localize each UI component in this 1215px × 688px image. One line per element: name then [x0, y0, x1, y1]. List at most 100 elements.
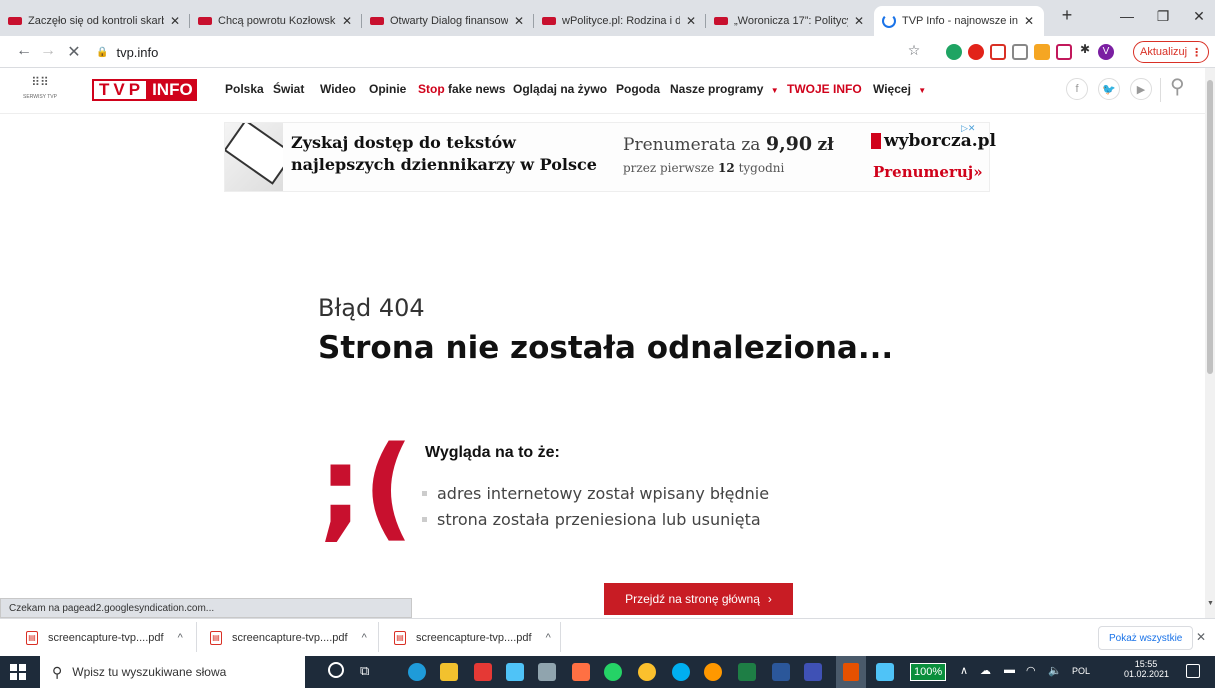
stop-loading-icon[interactable]: ✕	[64, 42, 84, 62]
download-item[interactable]: ▤ screencapture-tvp....pdf ^	[26, 622, 197, 652]
clock[interactable]: 15:55 01.02.2021	[1124, 659, 1170, 679]
nav-polska[interactable]: Polska	[225, 82, 264, 96]
browser-tab[interactable]: Zaczęło się od kontroli skarb ✕	[0, 6, 190, 36]
download-filename: screencapture-tvp....pdf	[48, 632, 164, 644]
extension-pocket-icon[interactable]	[990, 44, 1006, 60]
minimize-icon[interactable]: —	[1112, 8, 1142, 24]
cortana-icon[interactable]	[328, 662, 344, 678]
windows-start-icon[interactable]	[10, 664, 26, 680]
twitter-icon[interactable]: 🐦	[1098, 78, 1120, 100]
extension-camera-icon[interactable]	[1012, 44, 1028, 60]
download-item[interactable]: ▤ screencapture-tvp....pdf ^	[394, 622, 561, 652]
notification-center-icon[interactable]	[1186, 664, 1200, 678]
chevron-right-icon: ›	[767, 592, 772, 606]
close-tab-icon[interactable]: ✕	[684, 14, 698, 28]
nav-opinie[interactable]: Opinie	[369, 82, 406, 96]
download-filename: screencapture-tvp....pdf	[232, 632, 348, 644]
edge-icon[interactable]	[408, 663, 426, 681]
nav-twoje-info[interactable]: TWOJE INFO	[787, 82, 862, 96]
search-icon[interactable]: ⚲	[1170, 74, 1185, 99]
opera-icon[interactable]	[572, 663, 590, 681]
scroll-down-arrow-icon[interactable]: ▼	[1207, 600, 1214, 607]
file-explorer-icon[interactable]	[440, 663, 458, 681]
clock-date: 01.02.2021	[1124, 669, 1170, 679]
bullet-icon	[422, 490, 427, 496]
browser-tab[interactable]: wPolityce.pl: Rodzina i darczy ✕	[534, 6, 706, 36]
extension-video-icon[interactable]	[1056, 44, 1072, 60]
update-button[interactable]: Aktualizuj ⋮	[1133, 41, 1210, 63]
browser-tab[interactable]: Chcą powrotu Kozłowskiej d ✕	[190, 6, 362, 36]
chevron-up-icon[interactable]: ^	[362, 632, 367, 644]
browser-tab[interactable]: Otwarty Dialog finansowany ✕	[362, 6, 534, 36]
photos-icon[interactable]	[876, 663, 894, 681]
browser-tab-active[interactable]: TVP Info - najnowsze inform ✕	[874, 6, 1044, 36]
ad-banner[interactable]: Zyskaj dostęp do tekstów najlepszych dzi…	[224, 122, 996, 192]
address-bar[interactable]: 🔒 tvp.info	[96, 40, 916, 64]
excel-icon[interactable]	[738, 663, 756, 681]
battery-indicator[interactable]: 100%	[910, 663, 947, 681]
bookmark-star-icon[interactable]: ☆	[904, 42, 924, 59]
task-view-icon[interactable]: ⧉	[360, 663, 369, 679]
ad-period: przez pierwsze 12 tygodni	[623, 161, 784, 175]
close-tab-icon[interactable]: ✕	[168, 14, 182, 28]
restore-icon[interactable]: ❐	[1148, 8, 1178, 25]
wifi-icon[interactable]: ◠	[1026, 664, 1036, 677]
show-all-downloads-button[interactable]: Pokaż wszystkie	[1098, 626, 1194, 650]
close-tab-icon[interactable]: ✕	[852, 14, 866, 28]
word-icon[interactable]	[772, 663, 790, 681]
taskbar-active-app[interactable]	[836, 656, 866, 688]
mail-icon[interactable]	[506, 663, 524, 681]
loading-spinner-icon	[882, 14, 896, 28]
chrome-icon[interactable]	[638, 663, 656, 681]
youtube-icon[interactable]: ▶	[1130, 78, 1152, 100]
status-bubble: Czekam na pagead2.googlesyndication.com.…	[0, 598, 412, 618]
favicon-icon	[542, 17, 556, 25]
extension-bookmark-icon[interactable]	[1034, 44, 1050, 60]
chevron-up-icon[interactable]: ^	[178, 632, 183, 644]
nav-ogladaj[interactable]: Oglądaj na żywo	[513, 82, 607, 96]
forward-icon[interactable]: →	[38, 42, 58, 60]
facebook-icon[interactable]: f	[1066, 78, 1088, 100]
skype-icon[interactable]	[672, 663, 690, 681]
tvp-info-logo[interactable]: TVP INFO	[92, 79, 197, 101]
new-tab-icon[interactable]: +	[1052, 5, 1082, 26]
download-item[interactable]: ▤ screencapture-tvp....pdf ^	[210, 622, 379, 652]
nav-swiat[interactable]: Świat	[273, 82, 304, 96]
browser-tab[interactable]: „Woronicza 17”: Politycy o w ✕	[706, 6, 874, 36]
chevron-up-icon[interactable]: ^	[546, 632, 551, 644]
close-download-bar-icon[interactable]: ✕	[1196, 630, 1206, 644]
nav-wideo[interactable]: Wideo	[320, 82, 356, 96]
profile-avatar[interactable]: V	[1098, 44, 1114, 60]
nav-wiecej[interactable]: Więcej ▼	[873, 82, 926, 96]
scrollbar-thumb[interactable]	[1207, 80, 1213, 374]
nav-stop-fake-news[interactable]: Stop fake news	[418, 82, 505, 96]
close-tab-icon[interactable]: ✕	[1022, 14, 1036, 28]
extension-opera-icon[interactable]	[968, 44, 984, 60]
nav-nasze-programy[interactable]: Nasze programy ▼	[670, 82, 779, 96]
extension-grammarly-icon[interactable]	[946, 44, 962, 60]
close-window-icon[interactable]: ✕	[1184, 8, 1214, 25]
services-menu[interactable]: ⠿⠿ SERWISY TVP	[20, 76, 60, 100]
ad-brand-mark	[871, 133, 881, 149]
tray-network-icon[interactable]: ▬	[1004, 664, 1015, 676]
home-button[interactable]: Przejdź na stronę główną ›	[604, 583, 793, 615]
close-tab-icon[interactable]: ✕	[340, 14, 354, 28]
firefox-icon[interactable]	[704, 663, 722, 681]
tray-chevron-icon[interactable]: ∧	[960, 664, 968, 677]
extensions-puzzle-icon[interactable]: ✱	[1075, 42, 1095, 56]
ad-cta[interactable]: Prenumeruj»	[873, 163, 983, 181]
tab-strip: Zaczęło się od kontroli skarb ✕ Chcą pow…	[0, 0, 1215, 36]
ad-period-num: 12	[718, 161, 735, 175]
page-title: Strona nie została odnaleziona...	[318, 330, 894, 366]
back-icon[interactable]: ←	[14, 42, 34, 60]
ad-choices-icon[interactable]: ▷✕	[961, 123, 975, 134]
store-icon[interactable]	[538, 663, 556, 681]
close-tab-icon[interactable]: ✕	[512, 14, 526, 28]
whatsapp-icon[interactable]	[604, 663, 622, 681]
app-icon[interactable]	[804, 663, 822, 681]
language-indicator[interactable]: POL	[1072, 666, 1090, 676]
nav-pogoda[interactable]: Pogoda	[616, 82, 660, 96]
taskbar-search-box[interactable]: ⚲ Wpisz tu wyszukiwane słowa	[40, 656, 305, 688]
speaker-icon[interactable]: 🔈	[1048, 664, 1062, 677]
mcafee-icon[interactable]	[474, 663, 492, 681]
